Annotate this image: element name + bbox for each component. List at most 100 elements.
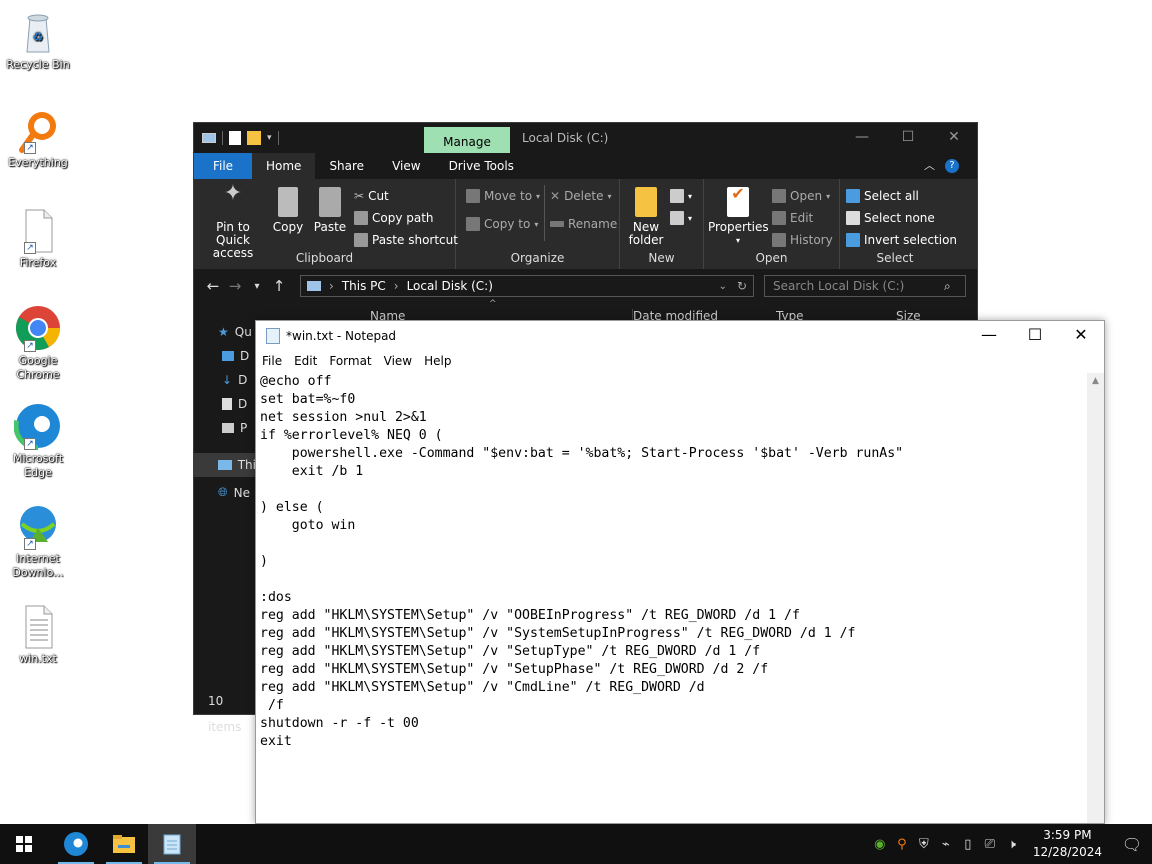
- paste-button[interactable]: Paste: [312, 187, 348, 234]
- menu-edit[interactable]: Edit: [288, 354, 323, 368]
- open-button[interactable]: Open ▾: [772, 189, 830, 203]
- svg-text:♻: ♻: [33, 30, 44, 44]
- new-folder-button[interactable]: New folder: [626, 187, 666, 247]
- chevron-down-icon[interactable]: ▾: [267, 133, 272, 143]
- chevron-down-icon[interactable]: ⌄: [719, 281, 727, 292]
- edit-button[interactable]: Edit: [772, 211, 813, 225]
- nav-item-pictures[interactable]: P: [222, 421, 247, 435]
- clock-time: 3:59 PM: [1043, 828, 1092, 842]
- invert-selection-button[interactable]: Invert selection: [846, 233, 957, 247]
- back-arrow-icon[interactable]: ←: [202, 277, 224, 295]
- nav-item-documents[interactable]: D: [222, 397, 247, 411]
- select-all-button[interactable]: Select all: [846, 189, 919, 203]
- power-icon[interactable]: ▯: [957, 837, 979, 852]
- clock[interactable]: 3:59 PM 12/28/2024: [1023, 827, 1112, 861]
- tab-manage[interactable]: Manage: [424, 127, 510, 153]
- vertical-scrollbar[interactable]: ▲: [1087, 373, 1104, 823]
- start-button[interactable]: [0, 824, 48, 864]
- download-icon: ↓: [222, 373, 233, 387]
- scroll-up-arrow-icon[interactable]: ▲: [1087, 373, 1104, 390]
- network-tray-icon[interactable]: ⎚: [979, 837, 1001, 852]
- breadcrumb-this-pc[interactable]: This PC: [342, 279, 386, 293]
- desktop-icon-everything[interactable]: ↗ Everything: [4, 106, 72, 170]
- desktop-icon-recycle-bin[interactable]: ♻ Recycle Bin: [4, 8, 72, 72]
- tab-home[interactable]: Home: [252, 153, 316, 179]
- notepad-titlebar[interactable]: *win.txt - Notepad — ☐ ✕: [256, 321, 1104, 351]
- notification-center-icon[interactable]: 🗨︎: [1112, 835, 1152, 854]
- new-folder-icon[interactable]: [247, 131, 261, 145]
- tab-file[interactable]: File: [194, 153, 252, 179]
- group-label-open: Open: [755, 251, 788, 265]
- text-editor-area[interactable]: @echo off set bat=%~f0 net session >nul …: [256, 373, 1087, 823]
- refresh-icon[interactable]: ↻: [737, 279, 747, 293]
- security-shield-icon[interactable]: ⛨: [913, 837, 935, 852]
- close-button[interactable]: ✕: [931, 123, 977, 153]
- close-button[interactable]: ✕: [1058, 321, 1104, 351]
- drive-icon: [307, 281, 321, 291]
- open-icon: [772, 189, 786, 203]
- desktop-icon-chrome[interactable]: ↗ Google Chrome: [4, 304, 72, 382]
- nav-item-network[interactable]: 🌐︎ Ne: [218, 485, 250, 500]
- rename-button[interactable]: Rename: [550, 217, 617, 231]
- taskbar-edge[interactable]: [52, 824, 100, 864]
- desktop-icon-firefox[interactable]: ↗ Firefox: [4, 206, 72, 270]
- maximize-button[interactable]: ☐: [885, 123, 931, 153]
- paste-shortcut-button[interactable]: Paste shortcut: [354, 233, 458, 247]
- history-icon: [772, 233, 786, 247]
- move-to-icon: [466, 189, 480, 203]
- cut-button[interactable]: ✂ Cut: [354, 189, 389, 203]
- minimize-button[interactable]: —: [839, 123, 885, 153]
- properties-check-icon[interactable]: [229, 131, 241, 145]
- usb-icon[interactable]: ⌁: [935, 837, 957, 852]
- history-button[interactable]: History: [772, 233, 833, 247]
- desktop-folder-icon: [222, 351, 234, 361]
- idm-tray-icon[interactable]: ◉: [869, 837, 891, 852]
- taskbar-notepad[interactable]: [148, 824, 196, 864]
- copy-path-button[interactable]: Copy path: [354, 211, 434, 225]
- breadcrumb-local-disk[interactable]: Local Disk (C:): [407, 279, 493, 293]
- edge-icon: ↗: [13, 401, 63, 451]
- help-icon[interactable]: ?: [945, 159, 959, 173]
- nav-item-this-pc[interactable]: Thi: [194, 453, 256, 477]
- nav-item-desktop[interactable]: D: [222, 349, 249, 363]
- maximize-button[interactable]: ☐: [1012, 321, 1058, 351]
- search-input[interactable]: Search Local Disk (C:): [764, 275, 966, 297]
- star-icon: ★: [218, 325, 229, 339]
- select-none-button[interactable]: Select none: [846, 211, 935, 225]
- easy-access-button[interactable]: ▾: [670, 211, 692, 225]
- desktop-icon-win-txt[interactable]: win.txt: [4, 602, 72, 666]
- explorer-titlebar[interactable]: ▾ Manage Local Disk (C:) — ☐ ✕: [194, 123, 977, 153]
- menu-help[interactable]: Help: [418, 354, 457, 368]
- desktop-icon-label: Microsoft Edge: [12, 452, 64, 479]
- tab-drive-tools[interactable]: Drive Tools: [435, 153, 528, 179]
- move-to-button[interactable]: Move to ▾: [466, 189, 540, 203]
- nav-item-downloads[interactable]: ↓ D: [222, 373, 247, 387]
- desktop-icon-edge[interactable]: ↗ Microsoft Edge: [4, 401, 72, 480]
- copy-button[interactable]: Copy: [270, 187, 306, 234]
- menu-file[interactable]: File: [256, 354, 288, 368]
- window-title: *win.txt - Notepad: [286, 329, 397, 343]
- pin-to-quick-access-button[interactable]: ✦ Pin to Quick access: [200, 183, 266, 260]
- edit-icon: [772, 211, 786, 225]
- everything-tray-icon[interactable]: ⚲: [891, 837, 913, 852]
- menu-view[interactable]: View: [378, 354, 418, 368]
- minimize-button[interactable]: —: [966, 321, 1012, 351]
- tab-view[interactable]: View: [378, 153, 434, 179]
- tab-share[interactable]: Share: [315, 153, 378, 179]
- recent-locations-icon[interactable]: ▾: [246, 281, 268, 292]
- properties-button[interactable]: ✔ Properties ▾: [708, 186, 769, 247]
- collapse-ribbon-icon[interactable]: ︿: [924, 153, 935, 179]
- address-bar[interactable]: › This PC › Local Disk (C:) ⌄ ↻: [300, 275, 754, 297]
- copy-icon: [278, 187, 298, 217]
- desktop-icon-idm[interactable]: ↗ Internet Downlo...: [4, 502, 72, 580]
- forward-arrow-icon[interactable]: →: [224, 277, 246, 295]
- menu-format[interactable]: Format: [323, 354, 377, 368]
- notepad-window[interactable]: *win.txt - Notepad — ☐ ✕ File Edit Forma…: [255, 320, 1105, 824]
- delete-button[interactable]: ✕ Delete ▾: [550, 189, 612, 203]
- copy-to-button[interactable]: Copy to ▾: [466, 217, 538, 231]
- volume-muted-icon[interactable]: 🕨︎: [1001, 837, 1023, 852]
- new-item-button[interactable]: ▾: [670, 189, 692, 203]
- taskbar-file-explorer[interactable]: [100, 824, 148, 864]
- nav-item-quick-access[interactable]: ★ Qu: [218, 325, 252, 339]
- up-arrow-icon[interactable]: ↑: [268, 277, 290, 295]
